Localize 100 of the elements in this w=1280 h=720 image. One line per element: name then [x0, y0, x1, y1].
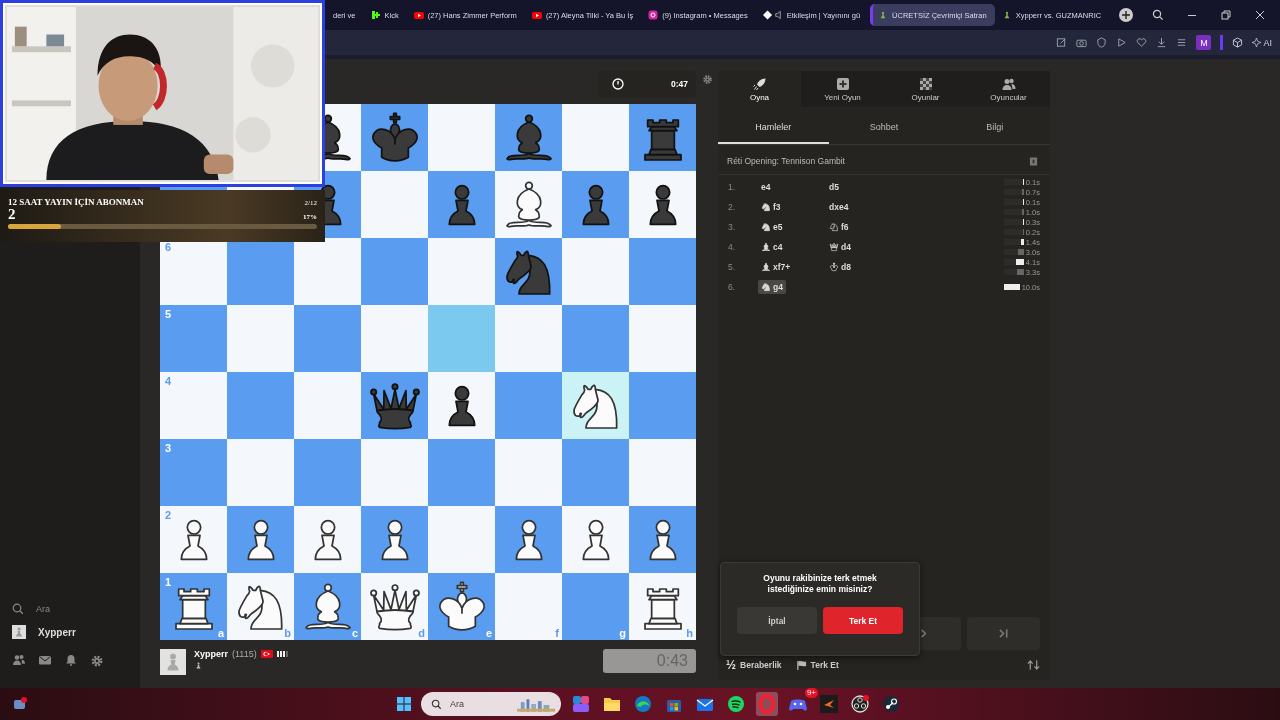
- pawn-avatar: [12, 625, 26, 639]
- move[interactable]: d8: [826, 260, 854, 274]
- widget-icon[interactable]: [12, 696, 28, 712]
- pawn-icon: [194, 661, 203, 670]
- play-icon[interactable]: [1116, 37, 1128, 48]
- move-number: 5.: [728, 262, 737, 272]
- flag-icon: [260, 650, 273, 658]
- profile-button[interactable]: M: [1196, 35, 1212, 50]
- file-label: b: [284, 627, 291, 639]
- move-number: 4.: [728, 242, 737, 252]
- rank-label: 4: [165, 375, 172, 387]
- mail-icon[interactable]: [38, 654, 52, 666]
- move[interactable]: d4: [826, 240, 854, 254]
- flag-icon: [795, 659, 807, 671]
- opening-name: Réti Opening: Tennison Gambit: [727, 156, 845, 166]
- panel-tab[interactable]: Bilgi: [939, 111, 1050, 144]
- play-icon: [413, 10, 424, 20]
- player-name[interactable]: Xypperr: [194, 649, 228, 659]
- opponent-clock: 0:47: [598, 71, 696, 97]
- nav-item[interactable]: Oyunlar: [884, 71, 967, 107]
- flip-board-icon[interactable]: [1027, 659, 1040, 671]
- move[interactable]: xf7+: [758, 260, 794, 274]
- start-icon[interactable]: [396, 696, 412, 712]
- play-icon: [531, 10, 542, 20]
- confirm-resign-button[interactable]: Terk Et: [823, 607, 903, 635]
- edit-icon[interactable]: [1056, 37, 1068, 48]
- move-number: 6.: [728, 282, 737, 292]
- nav-item[interactable]: Yeni Oyun: [801, 71, 884, 107]
- rocket-icon: [752, 76, 767, 91]
- player-rating: (1115): [232, 649, 257, 659]
- rank-label: 3: [165, 442, 172, 454]
- bell-icon[interactable]: [64, 654, 78, 666]
- menu-icon[interactable]: [1176, 37, 1188, 48]
- move[interactable]: c4: [758, 240, 786, 254]
- bishop-icon: [761, 242, 771, 252]
- signal-icon: [276, 650, 289, 658]
- dialog-message: Oyunu rakibinize terk etmek istediğinize emin misiniz?: [762, 573, 878, 595]
- search-field[interactable]: Ara: [421, 692, 561, 716]
- camera-icon: [648, 10, 659, 20]
- panel-tab[interactable]: Sohbet: [828, 111, 940, 144]
- knight-icon: [761, 222, 771, 232]
- queen-icon: [829, 242, 839, 252]
- move[interactable]: e4: [758, 180, 774, 194]
- move[interactable]: f6: [826, 220, 852, 234]
- cancel-button[interactable]: İptal: [737, 607, 817, 635]
- people-icon[interactable]: [12, 654, 26, 666]
- file-label: g: [619, 627, 626, 639]
- draw-button[interactable]: ½ Beraberlik: [726, 658, 782, 672]
- nav-item[interactable]: Oyuncular: [967, 71, 1050, 107]
- goal-title: 12 SAAT YAYIN İÇİN ABONMAN: [8, 197, 144, 207]
- king-icon: [829, 262, 839, 272]
- move-number: 2.: [728, 202, 737, 212]
- close-icon[interactable]: [1254, 9, 1266, 21]
- download-icon[interactable]: [1156, 37, 1168, 48]
- aperture-app-icon[interactable]: [849, 692, 871, 716]
- people-icon: [1001, 76, 1016, 91]
- goal-count: 2: [8, 207, 16, 222]
- move[interactable]: dxe4: [826, 200, 852, 214]
- book-icon[interactable]: [1029, 156, 1038, 166]
- rank-label: 5: [165, 308, 172, 320]
- file-label: h: [686, 627, 693, 639]
- settings-icon[interactable]: [90, 654, 104, 668]
- knight-icon: [761, 202, 771, 212]
- move[interactable]: g4: [758, 280, 786, 294]
- diamond-speaker-icon: [762, 10, 783, 20]
- camera-icon[interactable]: [1076, 37, 1088, 48]
- notification-badge: 9+: [804, 688, 818, 698]
- new-tab-icon[interactable]: [1119, 8, 1134, 22]
- user-item[interactable]: Xypperr: [0, 620, 140, 644]
- bishop-icon: [761, 262, 771, 272]
- rank-label: 6: [165, 241, 172, 253]
- file-label: f: [555, 627, 559, 639]
- panel-tab[interactable]: Hamleler: [718, 111, 829, 144]
- board-square[interactable]: [294, 238, 361, 305]
- move[interactable]: f3: [758, 200, 784, 214]
- resign-button[interactable]: Terk Et: [795, 659, 839, 671]
- rank-label: 1: [165, 576, 172, 588]
- search-item[interactable]: Ara: [0, 598, 140, 620]
- pawn-avatar: [160, 649, 186, 675]
- search-icon[interactable]: [1152, 9, 1164, 21]
- file-label: e: [485, 627, 492, 639]
- search-icon: [12, 603, 24, 615]
- file-label: c: [351, 627, 358, 639]
- shield-icon[interactable]: [1096, 37, 1108, 48]
- heart-icon[interactable]: [1136, 37, 1148, 48]
- cube-icon[interactable]: [1232, 37, 1244, 48]
- arrow-app-icon[interactable]: [818, 692, 840, 716]
- restore-icon[interactable]: [1220, 9, 1232, 21]
- k-logo-icon: [370, 10, 381, 20]
- settings-icon[interactable]: [701, 74, 713, 85]
- ai-button[interactable]: AI: [1252, 37, 1272, 48]
- plus-icon: [835, 76, 850, 91]
- checkerboard-icon: [918, 76, 933, 91]
- rank-label: 2: [165, 509, 172, 521]
- move[interactable]: e5: [758, 220, 786, 234]
- nav-item[interactable]: Oyna: [718, 71, 801, 107]
- timer-icon: [612, 78, 624, 90]
- move[interactable]: d5: [826, 180, 842, 194]
- move-number: 3.: [728, 222, 737, 232]
- skip-end-icon: [997, 628, 1009, 639]
